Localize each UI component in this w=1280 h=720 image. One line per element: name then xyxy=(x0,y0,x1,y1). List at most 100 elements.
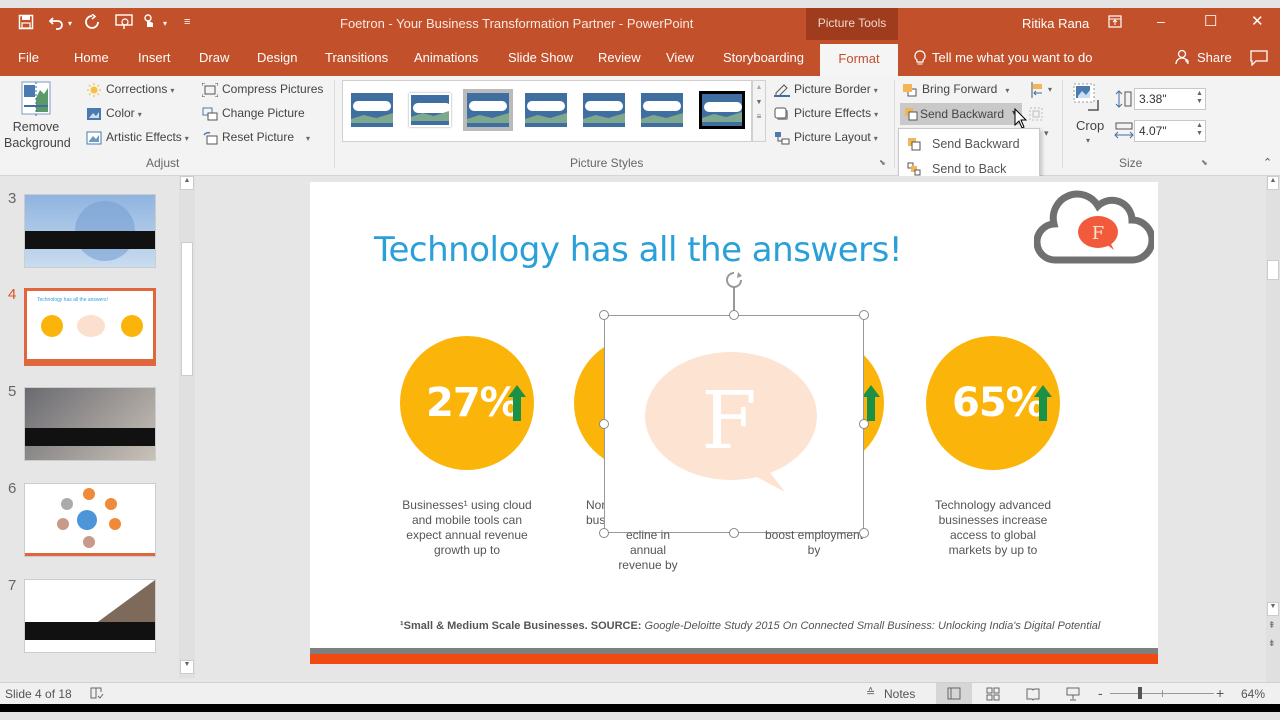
gallery-down-icon[interactable]: ▼ xyxy=(753,99,765,106)
gallery-scroll[interactable]: ▲ ▼ ≡ xyxy=(752,80,766,142)
zoom-out-button[interactable]: - xyxy=(1098,685,1103,701)
resize-handle-bottom-left[interactable] xyxy=(599,528,609,538)
touch-mode-icon[interactable] xyxy=(142,14,156,36)
zoom-level[interactable]: 64% xyxy=(1241,687,1265,701)
next-slide-icon[interactable]: ⇟ xyxy=(1268,638,1276,649)
gallery-more-icon[interactable]: ≡ xyxy=(753,112,765,121)
gallery-up-icon[interactable]: ▲ xyxy=(753,84,765,91)
picture-layout-button[interactable]: Picture Layout ▾ xyxy=(774,130,878,145)
close-button[interactable]: ✕ xyxy=(1251,12,1264,30)
slide-thumbnail-5[interactable] xyxy=(24,387,156,461)
resize-handle-bottom[interactable] xyxy=(729,528,739,538)
tab-draw[interactable]: Draw xyxy=(199,50,229,65)
present-from-start-icon[interactable] xyxy=(115,14,133,34)
scroll-down-icon[interactable]: ▼ xyxy=(1267,602,1279,616)
dialog-launcher-icon[interactable]: ⬊ xyxy=(879,158,886,167)
save-icon[interactable] xyxy=(18,14,34,34)
tab-file[interactable]: File xyxy=(18,50,39,65)
tab-view[interactable]: View xyxy=(666,50,694,65)
user-name[interactable]: Ritika Rana xyxy=(1022,16,1089,31)
rotate-handle-icon[interactable] xyxy=(724,270,744,293)
crop-button[interactable]: Crop xyxy=(1076,118,1104,133)
scroll-thumb[interactable] xyxy=(181,242,193,376)
undo-dropdown-icon[interactable]: ▾ xyxy=(68,19,72,28)
remove-background-button[interactable]: Remove Background xyxy=(4,119,71,151)
send-backward-button[interactable]: Send Backward ▾ xyxy=(900,103,1022,125)
notes-button[interactable]: Notes xyxy=(884,687,915,701)
zoom-slider-thumb[interactable] xyxy=(1138,687,1142,699)
artistic-effects-button[interactable]: Artistic Effects ▾ xyxy=(86,130,189,145)
bring-forward-button[interactable]: Bring Forward ▾ xyxy=(902,82,1009,97)
thumbnail-scrollbar[interactable]: ▲ ▼ xyxy=(179,176,195,678)
scroll-up-icon[interactable]: ▲ xyxy=(1267,176,1279,190)
slide-scrollbar[interactable]: ▲ ▼ ⇞ ⇟ xyxy=(1266,176,1280,682)
redo-icon[interactable] xyxy=(84,13,100,34)
resize-handle-left[interactable] xyxy=(599,419,609,429)
align-icon[interactable]: ▾ xyxy=(1030,82,1054,101)
tab-format[interactable]: Format xyxy=(820,44,898,76)
tab-slide-show[interactable]: Slide Show xyxy=(508,50,573,65)
spell-check-icon[interactable] xyxy=(90,686,104,703)
slide-thumbnail-6[interactable] xyxy=(24,483,156,557)
picture-effects-button[interactable]: Picture Effects ▾ xyxy=(774,106,878,121)
picture-style-6[interactable] xyxy=(641,93,683,127)
tab-insert[interactable]: Insert xyxy=(138,50,171,65)
resize-handle-right[interactable] xyxy=(859,419,869,429)
resize-handle-top-right[interactable] xyxy=(859,310,869,320)
picture-style-1[interactable] xyxy=(351,93,393,127)
tab-review[interactable]: Review xyxy=(598,50,641,65)
picture-style-7[interactable] xyxy=(699,91,745,129)
change-picture-button[interactable]: Change Picture xyxy=(202,106,305,121)
picture-style-2[interactable] xyxy=(409,93,451,127)
slide-thumbnail-4-selected[interactable]: Technology has all the answers! xyxy=(24,288,156,366)
tab-design[interactable]: Design xyxy=(257,50,297,65)
rotate-dropdown-icon[interactable]: ▾ xyxy=(1044,128,1049,139)
picture-border-button[interactable]: Picture Border ▾ xyxy=(774,82,878,97)
slide-show-icon[interactable] xyxy=(1066,687,1080,704)
tab-animations[interactable]: Animations xyxy=(414,50,478,65)
picture-style-3[interactable] xyxy=(463,89,513,131)
resize-handle-top-left[interactable] xyxy=(599,310,609,320)
tell-me-search[interactable]: Tell me what you want to do xyxy=(932,50,1092,65)
picture-style-5[interactable] xyxy=(583,93,625,127)
tab-home[interactable]: Home xyxy=(74,50,109,65)
foetron-cloud-logo[interactable]: F xyxy=(1033,190,1156,269)
compress-pictures-button[interactable]: Compress Pictures xyxy=(201,82,323,98)
undo-icon[interactable] xyxy=(48,14,66,34)
slide-thumbnail-3[interactable] xyxy=(24,194,156,268)
slide-sorter-icon[interactable] xyxy=(986,687,1000,704)
previous-slide-icon[interactable]: ⇞ xyxy=(1268,620,1276,631)
width-spinner[interactable]: ▲ ▼ xyxy=(1196,122,1203,138)
reset-picture-button[interactable]: Reset Picture ▾ xyxy=(202,130,310,145)
slide-title[interactable]: Technology has all the answers! xyxy=(374,230,902,270)
minimize-button[interactable]: – xyxy=(1157,13,1165,29)
selected-picture[interactable]: F xyxy=(604,315,864,533)
color-button[interactable]: Color ▾ xyxy=(86,106,142,121)
customize-toolbar-icon[interactable]: ≡ xyxy=(184,16,190,28)
reading-view-icon[interactable] xyxy=(1026,687,1040,704)
zoom-in-button[interactable]: + xyxy=(1216,685,1224,701)
collapse-ribbon-icon[interactable]: ⌃ xyxy=(1263,156,1272,169)
touch-dropdown-icon[interactable]: ▾ xyxy=(163,19,167,28)
picture-style-4[interactable] xyxy=(525,93,567,127)
group-objects-icon[interactable] xyxy=(1028,106,1052,125)
scroll-down-icon[interactable]: ▼ xyxy=(180,660,194,674)
slide-thumbnail-7[interactable] xyxy=(24,579,156,653)
crop-dropdown-icon[interactable]: ▾ xyxy=(1086,136,1090,145)
corrections-button[interactable]: Corrections ▾ xyxy=(86,82,174,97)
normal-view-button[interactable] xyxy=(936,683,972,704)
scroll-up-icon[interactable]: ▲ xyxy=(180,176,194,190)
tab-storyboarding[interactable]: Storyboarding xyxy=(723,50,804,65)
resize-handle-top[interactable] xyxy=(729,310,739,320)
scroll-thumb[interactable] xyxy=(1267,260,1279,280)
menu-item-send-backward[interactable]: Send Backward xyxy=(903,133,1037,155)
slide[interactable]: Technology has all the answers! F 27% Bu… xyxy=(310,182,1158,664)
comments-icon[interactable] xyxy=(1250,50,1268,69)
tab-transitions[interactable]: Transitions xyxy=(325,50,388,65)
dialog-launcher-icon[interactable]: ⬊ xyxy=(1201,158,1208,167)
share-button[interactable]: Share xyxy=(1197,50,1232,65)
ribbon-display-options-icon[interactable] xyxy=(1108,15,1122,32)
maximize-button[interactable]: ☐ xyxy=(1204,12,1217,30)
height-spinner[interactable]: ▲ ▼ xyxy=(1196,90,1203,106)
resize-handle-bottom-right[interactable] xyxy=(859,528,869,538)
